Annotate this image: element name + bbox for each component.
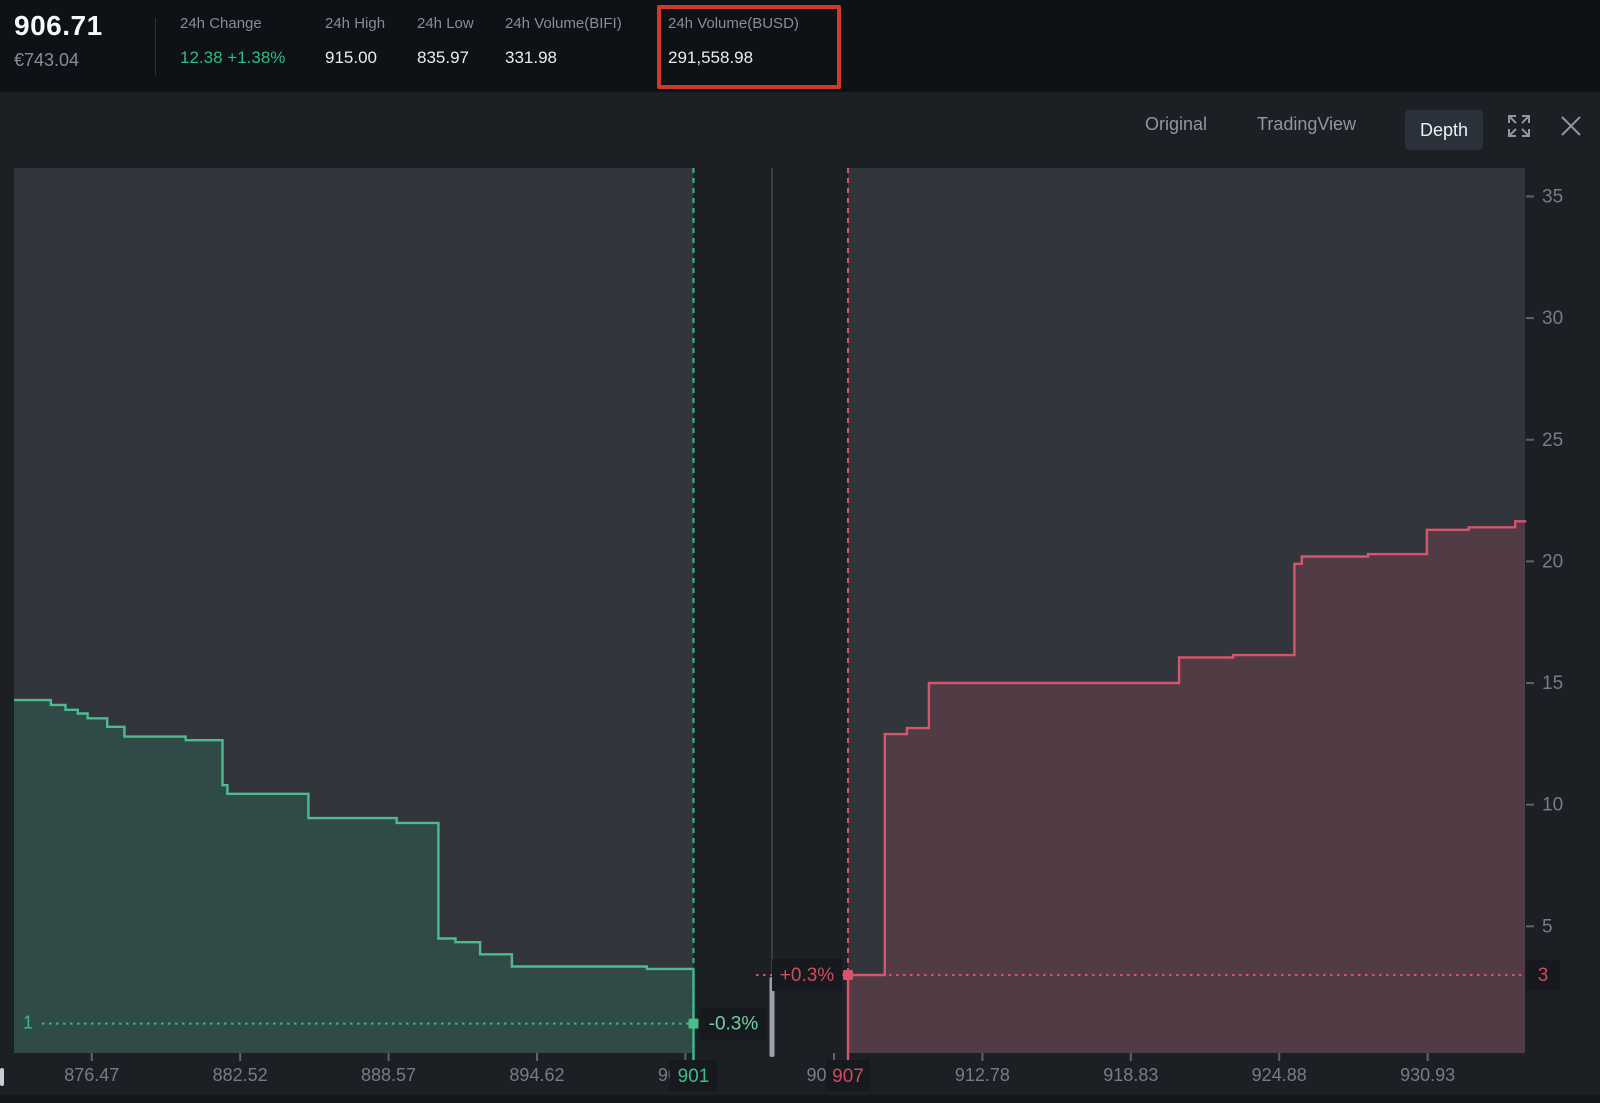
x-tick-label: 918.83 [1103, 1065, 1158, 1085]
last-price-fiat: €743.04 [14, 50, 79, 71]
ticker-header: 906.71 €743.04 24h Change 12.38 +1.38% 2… [0, 0, 1600, 92]
bottom-strip [0, 1095, 1600, 1103]
x-tick-label: 912.78 [955, 1065, 1010, 1085]
stat-label: 24h Low [417, 15, 474, 32]
stat-value: 835.97 [417, 48, 469, 68]
y-tick-label: 20 [1542, 551, 1563, 572]
x-tick-label: 876.47 [64, 1065, 119, 1085]
y-tick-label: 5 [1542, 916, 1553, 937]
last-price: 906.71 [14, 10, 103, 42]
scrollbar-fragment[interactable] [0, 1068, 4, 1086]
stat-value: 12.38 +1.38% [180, 48, 285, 68]
stat-value: 291,558.98 [668, 48, 753, 68]
stat-value: 331.98 [505, 48, 557, 68]
ask-level-badge-label: 3 [1538, 965, 1549, 986]
y-tick-label: 35 [1542, 186, 1563, 207]
tab-depth[interactable]: Depth [1405, 110, 1483, 150]
x-tick-label: 888.57 [361, 1065, 416, 1085]
stat-label: 24h Change [180, 15, 262, 32]
bid-marker [688, 1019, 698, 1029]
x-tick-label: 882.52 [213, 1065, 268, 1085]
expand-icon[interactable] [1506, 113, 1532, 139]
x-tick-label: 930.93 [1400, 1065, 1455, 1085]
header-divider [155, 18, 156, 76]
chart-toolbar: Original TradingView Depth [0, 92, 1600, 168]
ask-marker [843, 970, 853, 980]
trading-depth-view: 1 -0.3% +0.3% 35 30 25 20 15 10 5 3 876.47 882.52 888… [0, 0, 1600, 1103]
tab-tradingview[interactable]: TradingView [1257, 114, 1356, 135]
stat-label: 24h Volume(BUSD) [668, 15, 799, 32]
y-tick-label: 15 [1542, 673, 1563, 694]
ask-pct-badge-label: +0.3% [780, 965, 835, 986]
y-tick-label: 25 [1542, 430, 1563, 451]
bid-level-label: 1 [23, 1012, 33, 1032]
bid-price-badge-label: 901 [678, 1066, 710, 1087]
y-tick-label: 10 [1542, 795, 1563, 816]
y-tick-label: 30 [1542, 308, 1563, 329]
stat-label: 24h Volume(BIFI) [505, 15, 622, 32]
stat-value: 915.00 [325, 48, 377, 68]
tab-original[interactable]: Original [1145, 114, 1207, 135]
close-icon[interactable] [1558, 113, 1584, 139]
stat-label: 24h High [325, 15, 385, 32]
x-tick-label: 924.88 [1252, 1065, 1307, 1085]
bid-pct-badge-label: -0.3% [709, 1014, 759, 1035]
x-tick-label: 894.62 [509, 1065, 564, 1085]
ask-price-badge-label: 907 [832, 1066, 864, 1087]
